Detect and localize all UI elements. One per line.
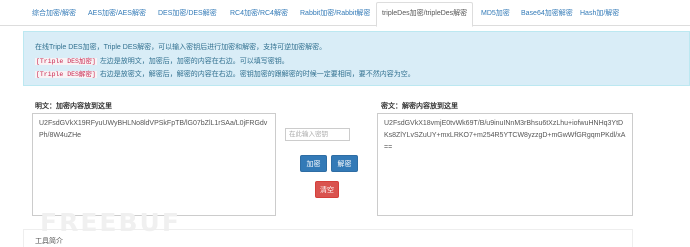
plaintext-label: 明文：加密内容放到这里 — [35, 103, 112, 110]
tab-composite[interactable]: 综合加密/解密 — [32, 4, 76, 24]
tool-intro-label: 工具简介 — [35, 238, 63, 245]
encrypt-button[interactable]: 加密 — [300, 155, 327, 172]
tab-bar: 综合加密/解密 AES加密/AES解密 DES加密/DES解密 RC4加密/RC… — [0, 0, 690, 27]
intro-line-3-text: 右边是放密文，解密后，解密的内容在右边。密钥加密的跟解密的时候一定要相同，要不然… — [99, 71, 415, 78]
tab-rabbit[interactable]: Rabbit加密/Rabbit解密 — [300, 4, 370, 24]
intro-line-2: [Triple DES加密] 左边是放明文，加密后，加密的内容在右边。可以填写密钥… — [35, 55, 289, 66]
tab-rc4[interactable]: RC4加密/RC4解密 — [230, 4, 288, 24]
plaintext-textarea[interactable]: U2FsdGVkX19RFyuUWyBHLNo8ldVPSkFpTB/lG07b… — [32, 113, 276, 216]
tab-base64[interactable]: Base64加密解密 — [521, 4, 573, 24]
ciphertext-textarea[interactable]: U2FsdGVkX18vmjE0tvWk69T/B/u9inuINnM3rBhs… — [377, 113, 633, 216]
tool-intro-frame — [23, 229, 633, 247]
encrypt-tag: [Triple DES加密] — [35, 58, 97, 65]
password-input[interactable]: 在此输入密钥 — [285, 128, 350, 141]
intro-line-1: 在线Triple DES加密，Triple DES解密，可以输入密钥后进行加密和… — [35, 44, 327, 51]
tab-tripledes[interactable]: tripleDes加密/tripleDes解密 — [376, 2, 474, 27]
intro-panel: 在线Triple DES加密，Triple DES解密，可以输入密钥后进行加密和… — [23, 31, 690, 86]
tab-hash[interactable]: Hash加/解密 — [580, 4, 619, 24]
tab-des[interactable]: DES加密/DES解密 — [158, 4, 217, 24]
tab-aes[interactable]: AES加密/AES解密 — [88, 4, 146, 24]
clear-button[interactable]: 清空 — [315, 181, 339, 198]
intro-line-2-text: 左边是放明文，加密后，加密的内容在右边。可以填写密钥。 — [99, 58, 289, 65]
tab-md5[interactable]: MD5加密 — [481, 4, 510, 24]
ciphertext-label: 密文：解密内容放到这里 — [381, 103, 458, 110]
decrypt-button[interactable]: 解密 — [331, 155, 358, 172]
intro-line-3: [Triple DES解密] 右边是放密文，解密后，解密的内容在右边。密钥加密的跟… — [35, 68, 415, 79]
decrypt-tag: [Triple DES解密] — [35, 71, 97, 78]
